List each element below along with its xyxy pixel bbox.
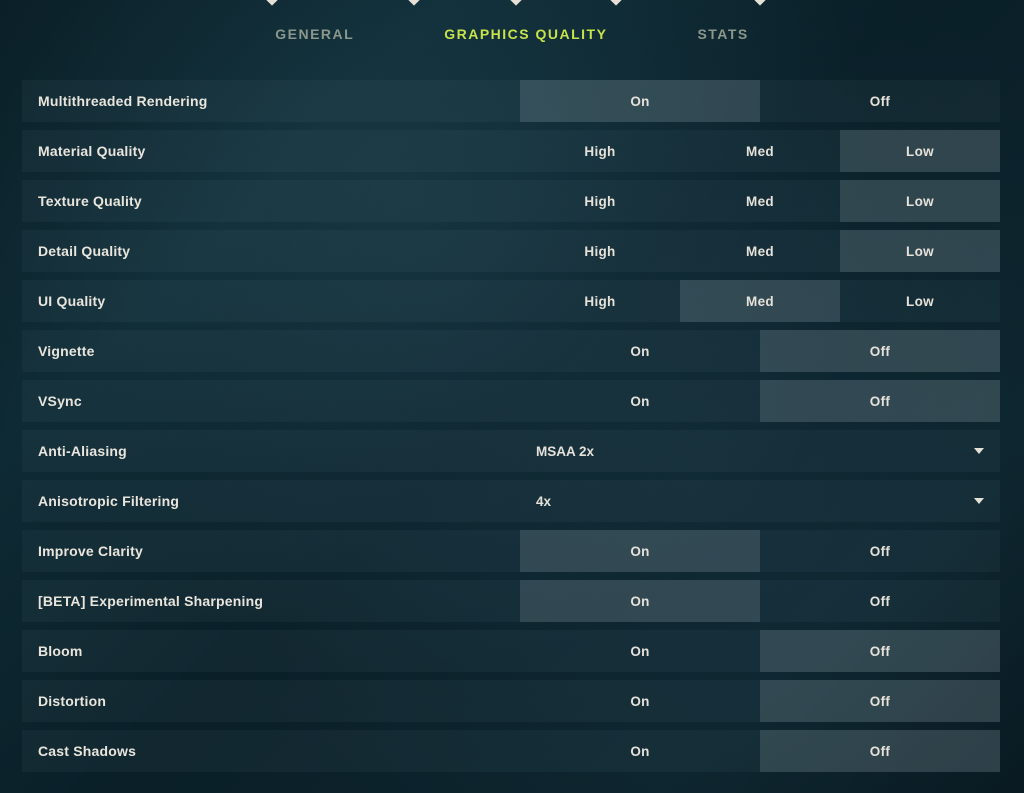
setting-label: Improve Clarity	[22, 530, 520, 572]
option-low[interactable]: Low	[840, 180, 1000, 222]
option-on[interactable]: On	[520, 380, 760, 422]
setting-label: Bloom	[22, 630, 520, 672]
row-vignette: Vignette On Off	[22, 330, 1000, 372]
option-off[interactable]: Off	[760, 380, 1000, 422]
row-ui-quality: UI Quality High Med Low	[22, 280, 1000, 322]
option-on[interactable]: On	[520, 80, 760, 122]
dropdown-anisotropic-filtering[interactable]: 4x	[520, 480, 1000, 522]
option-on[interactable]: On	[520, 580, 760, 622]
option-med[interactable]: Med	[680, 230, 840, 272]
tab-general[interactable]: GENERAL	[275, 26, 354, 42]
option-on[interactable]: On	[520, 530, 760, 572]
option-low[interactable]: Low	[840, 280, 1000, 322]
option-med[interactable]: Med	[680, 280, 840, 322]
setting-label: Anisotropic Filtering	[22, 480, 520, 522]
option-off[interactable]: Off	[760, 580, 1000, 622]
row-distortion: Distortion On Off	[22, 680, 1000, 722]
setting-label: Multithreaded Rendering	[22, 80, 520, 122]
row-cast-shadows: Cast Shadows On Off	[22, 730, 1000, 772]
option-off[interactable]: Off	[760, 730, 1000, 772]
setting-label: Vignette	[22, 330, 520, 372]
setting-label: Anti-Aliasing	[22, 430, 520, 472]
option-high[interactable]: High	[520, 130, 680, 172]
option-high[interactable]: High	[520, 280, 680, 322]
option-off[interactable]: Off	[760, 330, 1000, 372]
dropdown-value: 4x	[536, 494, 551, 509]
chevron-down-icon	[974, 498, 984, 504]
option-on[interactable]: On	[520, 730, 760, 772]
option-high[interactable]: High	[520, 230, 680, 272]
dropdown-value: MSAA 2x	[536, 444, 594, 459]
setting-label: UI Quality	[22, 280, 520, 322]
row-vsync: VSync On Off	[22, 380, 1000, 422]
row-bloom: Bloom On Off	[22, 630, 1000, 672]
option-off[interactable]: Off	[760, 680, 1000, 722]
chevron-down-icon	[974, 448, 984, 454]
setting-label: [BETA] Experimental Sharpening	[22, 580, 520, 622]
row-improve-clarity: Improve Clarity On Off	[22, 530, 1000, 572]
settings-tab-bar: GENERAL GRAPHICS QUALITY STATS	[0, 26, 1024, 42]
row-anisotropic-filtering: Anisotropic Filtering 4x	[22, 480, 1000, 522]
row-texture-quality: Texture Quality High Med Low	[22, 180, 1000, 222]
row-material-quality: Material Quality High Med Low	[22, 130, 1000, 172]
option-low[interactable]: Low	[840, 130, 1000, 172]
tab-graphics-quality[interactable]: GRAPHICS QUALITY	[444, 26, 607, 42]
graphics-settings-list: Multithreaded Rendering On Off Material …	[22, 80, 1000, 780]
option-on[interactable]: On	[520, 680, 760, 722]
row-anti-aliasing: Anti-Aliasing MSAA 2x	[22, 430, 1000, 472]
row-experimental-sharpening: [BETA] Experimental Sharpening On Off	[22, 580, 1000, 622]
row-multithreaded-rendering: Multithreaded Rendering On Off	[22, 80, 1000, 122]
row-detail-quality: Detail Quality High Med Low	[22, 230, 1000, 272]
option-off[interactable]: Off	[760, 80, 1000, 122]
option-med[interactable]: Med	[680, 180, 840, 222]
option-off[interactable]: Off	[760, 530, 1000, 572]
setting-label: Material Quality	[22, 130, 520, 172]
setting-label: VSync	[22, 380, 520, 422]
tab-stats[interactable]: STATS	[697, 26, 748, 42]
option-med[interactable]: Med	[680, 130, 840, 172]
option-low[interactable]: Low	[840, 230, 1000, 272]
setting-label: Detail Quality	[22, 230, 520, 272]
setting-label: Texture Quality	[22, 180, 520, 222]
option-off[interactable]: Off	[760, 630, 1000, 672]
setting-label: Cast Shadows	[22, 730, 520, 772]
dropdown-anti-aliasing[interactable]: MSAA 2x	[520, 430, 1000, 472]
setting-label: Distortion	[22, 680, 520, 722]
option-on[interactable]: On	[520, 330, 760, 372]
option-high[interactable]: High	[520, 180, 680, 222]
option-on[interactable]: On	[520, 630, 760, 672]
top-diamond-markers	[0, 0, 1024, 6]
